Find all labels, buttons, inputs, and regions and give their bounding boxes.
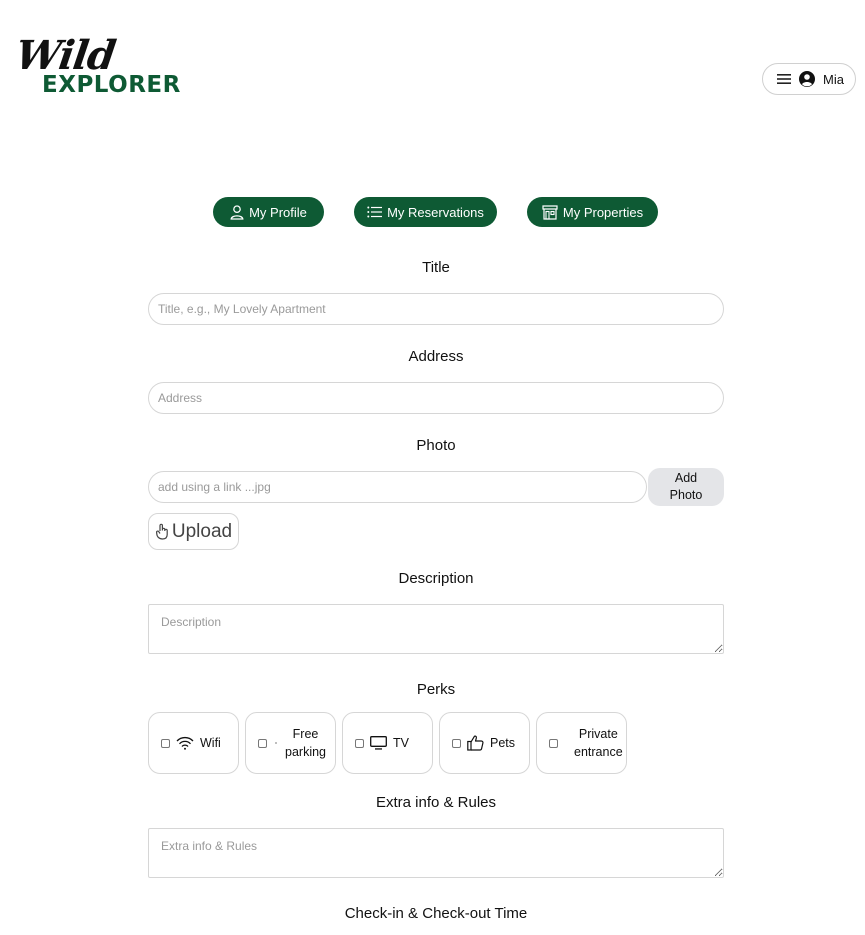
tv-icon [370, 736, 387, 750]
perk-free-parking[interactable]: Free parking [245, 712, 336, 774]
parking-checkbox[interactable] [258, 738, 267, 748]
add-photo-button[interactable]: Add Photo [648, 468, 724, 506]
upload-label: Upload [171, 520, 233, 542]
checkin-checkout-label: Check-in & Check-out Time [344, 905, 528, 922]
my-reservations-button[interactable]: My Reservations [354, 197, 497, 227]
perk-entrance-line2: entrance [574, 745, 623, 759]
extra-info-textarea[interactable] [148, 828, 724, 878]
address-label: Address [408, 348, 464, 365]
tv-checkbox[interactable] [355, 738, 364, 748]
perk-pets-label: Pets [490, 736, 516, 750]
address-input[interactable] [148, 382, 724, 414]
wifi-checkbox[interactable] [161, 738, 170, 748]
my-properties-button[interactable]: My Properties [527, 197, 658, 227]
pets-checkbox[interactable] [452, 738, 461, 748]
thumbs-up-icon [467, 735, 484, 751]
my-properties-label: My Properties [562, 204, 644, 220]
logo-explorer-text: EXPLORER [42, 72, 181, 98]
perk-pets[interactable]: Pets [439, 712, 530, 774]
perk-tv-label: TV [393, 736, 409, 750]
perk-tv[interactable]: TV [342, 712, 433, 774]
my-profile-label: My Profile [249, 204, 307, 220]
my-reservations-label: My Reservations [387, 204, 484, 220]
extra-info-label: Extra info & Rules [375, 794, 497, 811]
logo[interactable]: Wild EXPLORER [13, 32, 181, 100]
perk-private-entrance[interactable]: Private entrance [536, 712, 627, 774]
upload-hand-icon [155, 523, 168, 540]
add-photo-label-line2: Photo [669, 488, 703, 502]
perk-wifi[interactable]: Wifi [148, 712, 239, 774]
description-textarea[interactable] [148, 604, 724, 654]
hamburger-menu-icon [777, 74, 791, 84]
perk-entrance-label: Private entrance [574, 725, 623, 761]
perk-parking-line2: parking [285, 745, 326, 759]
upload-button[interactable]: Upload [148, 513, 239, 550]
my-profile-button[interactable]: My Profile [213, 197, 324, 227]
user-name: Mia [823, 71, 844, 87]
photo-label: Photo [416, 437, 456, 454]
photo-link-input[interactable] [148, 471, 647, 503]
entrance-checkbox[interactable] [549, 738, 558, 748]
user-outline-icon [230, 204, 244, 220]
description-label: Description [398, 570, 474, 587]
building-icon [542, 204, 558, 220]
list-icon [367, 206, 383, 218]
perk-parking-label: Free parking [285, 725, 326, 761]
perk-parking-line1: Free [292, 727, 319, 741]
perk-wifi-label: Wifi [200, 736, 221, 750]
parking-icon [275, 742, 277, 744]
add-photo-label-line1: Add [674, 471, 698, 485]
wifi-icon [176, 736, 194, 750]
title-label: Title [422, 259, 450, 276]
user-menu-button[interactable]: Mia [762, 63, 856, 95]
title-input[interactable] [148, 293, 724, 325]
perks-label: Perks [416, 681, 456, 698]
perk-entrance-line1: Private [578, 727, 618, 741]
user-avatar-icon [799, 71, 815, 87]
